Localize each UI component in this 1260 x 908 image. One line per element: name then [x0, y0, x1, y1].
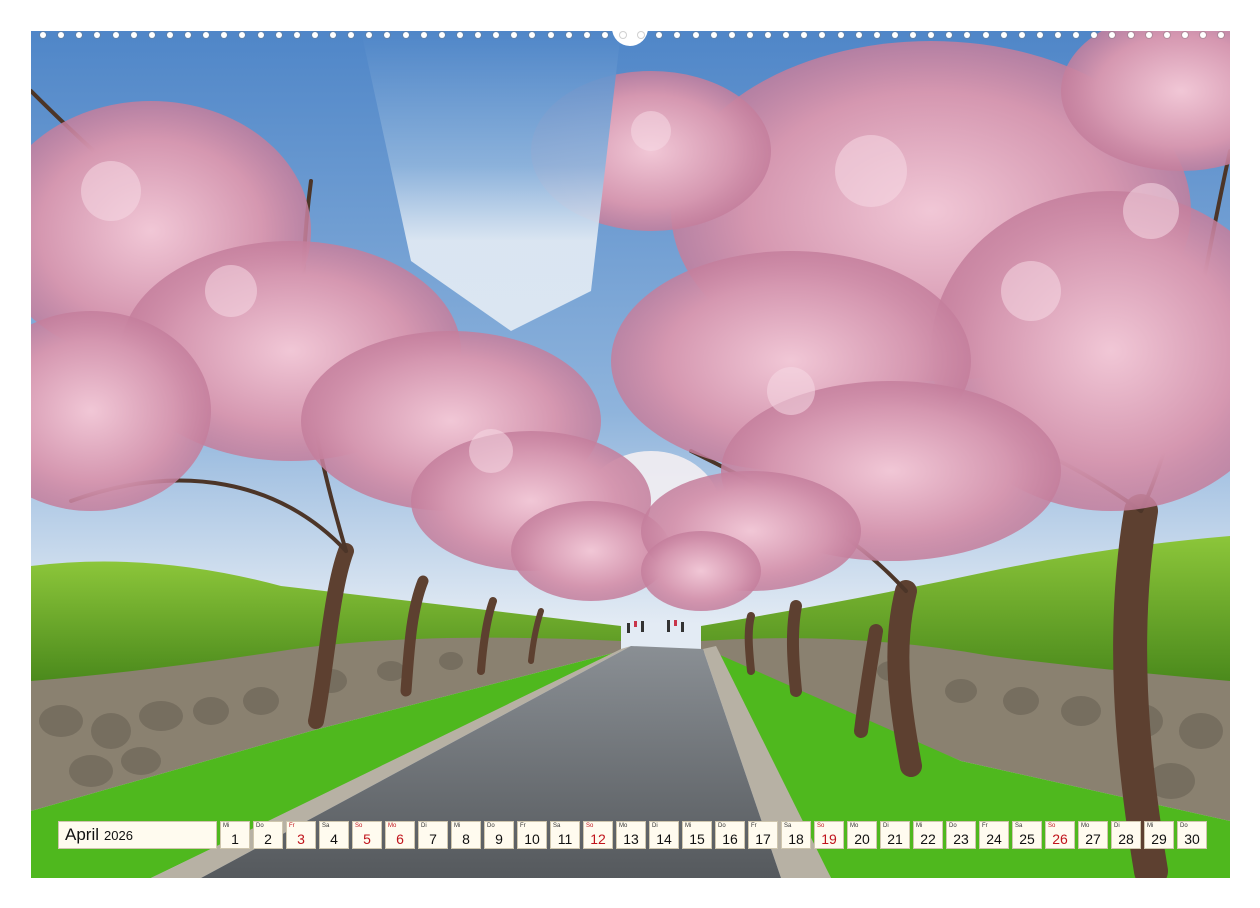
day-number: 6 [396, 831, 404, 847]
calendar-day: Do 9 [484, 821, 514, 849]
weekday-label: Di [1114, 823, 1120, 829]
calendar-day: Sa 11 [550, 821, 580, 849]
day-number: 10 [524, 831, 540, 847]
calendar-day: Mi 8 [451, 821, 481, 849]
day-number: 17 [755, 831, 771, 847]
weekday-label: Fr [982, 823, 988, 829]
month-label-box: April 2026 [58, 821, 217, 849]
weekday-label: Di [652, 823, 658, 829]
day-number: 23 [953, 831, 969, 847]
weekday-label: Mi [223, 823, 230, 829]
calendar-day: Mo 20 [847, 821, 877, 849]
day-number: 22 [920, 831, 936, 847]
day-number: 30 [1184, 831, 1200, 847]
day-number: 4 [330, 831, 338, 847]
weekday-label: Sa [1015, 823, 1023, 829]
day-number: 1 [231, 831, 239, 847]
weekday-label: Mi [916, 823, 923, 829]
calendar-day: So 19 [814, 821, 844, 849]
weekday-label: Mi [454, 823, 461, 829]
calendar-day: Mi 22 [913, 821, 943, 849]
day-number: 3 [297, 831, 305, 847]
day-number: 19 [821, 831, 837, 847]
day-number: 20 [854, 831, 870, 847]
day-number: 2 [264, 831, 272, 847]
calendar-day: So 12 [583, 821, 613, 849]
weekday-label: Sa [553, 823, 561, 829]
calendar-day: Do 2 [253, 821, 283, 849]
day-number: 14 [656, 831, 672, 847]
calendar-day: Mo 27 [1078, 821, 1108, 849]
calendar-day: Fr 24 [979, 821, 1009, 849]
weekday-label: Mi [1147, 823, 1154, 829]
day-number: 25 [1019, 831, 1035, 847]
weekday-label: Fr [289, 823, 295, 829]
weekday-label: Mo [1081, 823, 1090, 829]
month-year: 2026 [104, 827, 133, 843]
calendar-day: Do 16 [715, 821, 745, 849]
weekday-label: Mi [685, 823, 692, 829]
weekday-label: So [1048, 823, 1056, 829]
calendar-day: Sa 25 [1012, 821, 1042, 849]
weekday-label: Mo [619, 823, 628, 829]
day-number: 13 [623, 831, 639, 847]
weekday-label: Do [718, 823, 726, 829]
weekday-label: Fr [751, 823, 757, 829]
day-number: 7 [429, 831, 437, 847]
weekday-label: So [355, 823, 363, 829]
day-number: 21 [887, 831, 903, 847]
day-number: 27 [1085, 831, 1101, 847]
weekday-label: Do [949, 823, 957, 829]
calendar-day: Di 7 [418, 821, 448, 849]
weekday-label: Di [883, 823, 889, 829]
weekday-label: Do [1180, 823, 1188, 829]
day-number: 12 [590, 831, 606, 847]
day-number: 28 [1118, 831, 1134, 847]
weekday-label: Mo [388, 823, 397, 829]
photo-illustration [31, 31, 1230, 878]
calendar-day: Do 23 [946, 821, 976, 849]
calendar-day: Di 21 [880, 821, 910, 849]
weekday-label: Sa [784, 823, 792, 829]
calendar-day: Mi 1 [220, 821, 250, 849]
weekday-label: Do [256, 823, 264, 829]
day-number: 18 [788, 831, 804, 847]
calendar-day: Fr 3 [286, 821, 316, 849]
cherry-blossom-photo [31, 31, 1230, 878]
day-number: 11 [557, 831, 573, 847]
calendar-day: Fr 17 [748, 821, 778, 849]
calendar-day: Di 14 [649, 821, 679, 849]
calendar-day: Sa 18 [781, 821, 811, 849]
day-number: 29 [1151, 831, 1167, 847]
day-number: 15 [689, 831, 705, 847]
calendar-day: So 26 [1045, 821, 1075, 849]
day-number: 5 [363, 831, 371, 847]
weekday-label: Mo [850, 823, 859, 829]
day-number: 24 [986, 831, 1002, 847]
weekday-label: So [586, 823, 594, 829]
day-number: 16 [722, 831, 738, 847]
weekday-label: So [817, 823, 825, 829]
calendar-day: Mi 29 [1144, 821, 1174, 849]
calendar-day: Mi 15 [682, 821, 712, 849]
calendar-day: Di 28 [1111, 821, 1141, 849]
calendar-day: Mo 13 [616, 821, 646, 849]
calendar-day: So 5 [352, 821, 382, 849]
weekday-label: Fr [520, 823, 526, 829]
weekday-label: Di [421, 823, 427, 829]
weekday-label: Do [487, 823, 495, 829]
weekday-label: Sa [322, 823, 330, 829]
day-number: 8 [462, 831, 470, 847]
month-name: April [65, 825, 100, 844]
calendar-strip: April 2026 Mi 1 Do 2 Fr 3 Sa 4 So 5 Mo 6 Di 7 Mi 8 Do 9 Fr… [58, 821, 1207, 849]
day-number: 9 [495, 831, 503, 847]
day-number: 26 [1052, 831, 1068, 847]
calendar-day: Sa 4 [319, 821, 349, 849]
calendar-day: Fr 10 [517, 821, 547, 849]
calendar-day: Do 30 [1177, 821, 1207, 849]
calendar-day: Mo 6 [385, 821, 415, 849]
